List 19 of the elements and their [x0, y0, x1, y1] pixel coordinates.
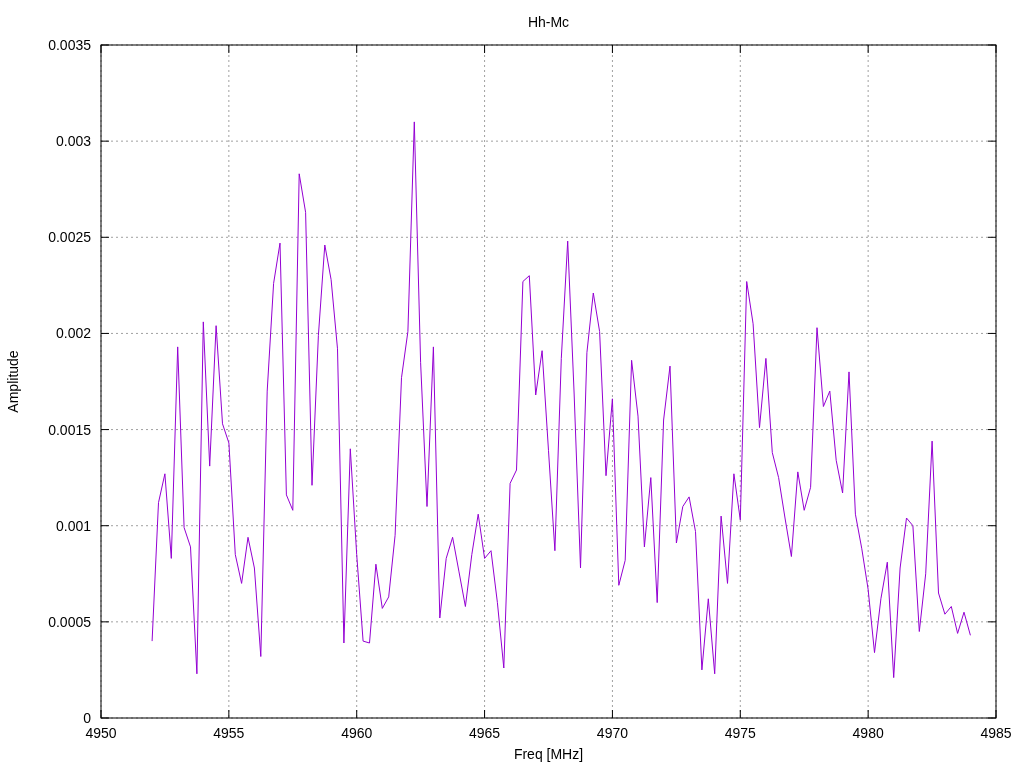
y-axis-label: Amplitude	[5, 350, 21, 413]
x-tick-label: 4975	[724, 725, 756, 741]
x-tick-label: 4980	[852, 725, 884, 741]
x-tick-label: 4955	[213, 725, 245, 741]
y-tick-label: 0.0035	[48, 37, 91, 53]
x-tick-label: 4985	[980, 725, 1012, 741]
y-tick-label: 0	[83, 710, 91, 726]
x-tick-label: 4950	[85, 725, 117, 741]
x-tick-label: 4960	[341, 725, 373, 741]
y-tick-label: 0.0015	[48, 421, 91, 438]
x-tick-label: 4970	[596, 725, 628, 741]
y-tick-label: 0.002	[55, 325, 91, 342]
chart-title: Hh-Mc	[527, 14, 570, 30]
x-axis-label: Freq [MHz]	[513, 746, 584, 762]
y-tick-label: 0.0005	[48, 613, 91, 630]
y-tick-label: 0.0025	[48, 229, 91, 246]
y-tick-label: 0.003	[55, 133, 91, 150]
y-tick-label: 0.001	[55, 517, 91, 534]
x-tick-label: 4965	[469, 725, 501, 741]
